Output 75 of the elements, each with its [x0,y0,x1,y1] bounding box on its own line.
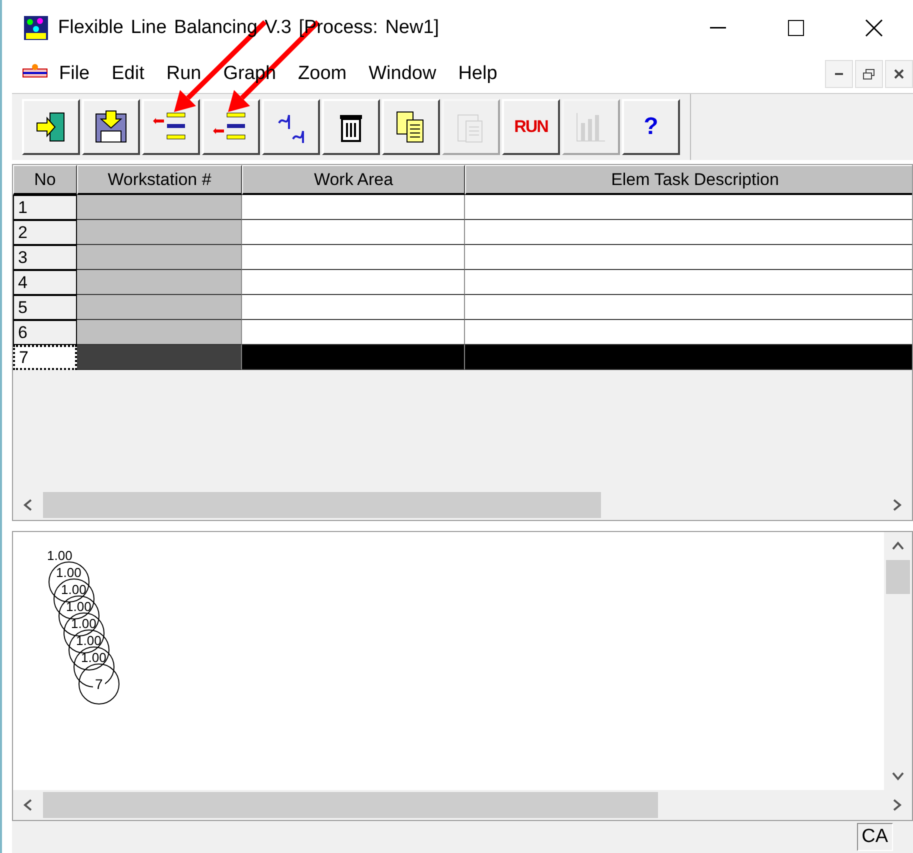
row-number[interactable]: 1 [13,195,77,220]
node-weight: 1.00 [71,616,96,632]
maximize-icon [788,20,804,36]
table-cell[interactable] [77,270,242,296]
delete-button[interactable] [322,99,380,156]
table-cell[interactable] [242,345,465,370]
exit-button[interactable] [22,99,80,156]
close-icon [894,69,904,80]
restore-button[interactable] [855,60,883,88]
save-button[interactable] [82,99,140,156]
status-panel: CA [856,823,893,852]
table-cell[interactable] [77,295,242,320]
column-header[interactable]: No [13,165,77,196]
run-button[interactable]: RUN [502,99,560,156]
node-weight: 1.00 [56,565,82,580]
menu-item[interactable]: Window [358,63,448,86]
table-cell[interactable] [77,245,242,270]
scrollbar-thumb[interactable] [886,560,910,594]
table-cell[interactable] [465,295,912,320]
node-weight: 1.00 [76,633,102,648]
column-header[interactable]: Work Area [242,165,465,196]
table-cell[interactable] [77,220,242,246]
graph-button[interactable] [262,99,320,156]
row-number[interactable]: 7 [13,345,77,370]
table-cell[interactable] [465,320,912,346]
row-number[interactable]: 2 [13,220,77,246]
copy-button[interactable] [382,99,440,156]
table-cell[interactable] [77,345,242,370]
floppy-disk-icon [93,109,129,146]
row-number[interactable]: 6 [13,320,77,346]
row-number[interactable]: 3 [13,245,77,270]
diagram-node[interactable] [48,561,90,604]
help-button[interactable]: ? [622,99,680,156]
table-cell[interactable] [465,345,912,370]
restore-icon [863,68,875,80]
menu-item[interactable]: Zoom [287,63,358,86]
diagram-node[interactable] [63,612,105,654]
table-cell[interactable] [465,245,912,270]
table-cell[interactable] [242,245,465,270]
menu-item[interactable]: Edit [100,63,156,86]
add-row-button[interactable] [202,99,260,156]
diagram-node[interactable] [78,663,120,706]
node-weight: 1.00 [81,650,106,666]
row-number[interactable]: 5 [13,295,77,320]
minimize-icon [835,73,843,76]
table-cell[interactable] [465,195,912,220]
diagram-node[interactable] [58,595,100,638]
diagram-node[interactable] [73,646,115,688]
table-cell[interactable] [242,195,465,220]
diagram-node[interactable] [68,629,110,672]
menu-item[interactable]: Help [447,63,508,86]
node-weight: 1.00 [66,599,92,614]
close-icon [865,18,883,37]
insert-row-button[interactable] [142,99,200,156]
table-cell[interactable] [242,270,465,296]
scrollbar-thumb[interactable] [43,792,658,818]
menu-item[interactable]: Run [155,63,212,86]
diagram-node[interactable] [53,578,95,620]
table-cell[interactable] [77,320,242,346]
table-cell[interactable] [242,295,465,320]
menu-item[interactable]: File [48,63,101,86]
column-header[interactable]: Workstation # [77,165,242,196]
table-cell[interactable] [242,220,465,246]
table-cell[interactable] [465,220,912,246]
scrollbar-thumb[interactable] [43,492,601,518]
table-cell[interactable] [77,195,242,220]
app-logo-icon [24,16,48,40]
close-button[interactable] [885,60,913,88]
minimize-icon [710,26,726,29]
node-weight: 1.00 [61,582,86,598]
node-weight: 1.00 [47,548,72,564]
row-number[interactable]: 4 [13,270,77,296]
table-cell[interactable] [465,270,912,296]
column-header[interactable]: Elem Task Description [465,165,912,196]
table-cell[interactable] [242,320,465,346]
